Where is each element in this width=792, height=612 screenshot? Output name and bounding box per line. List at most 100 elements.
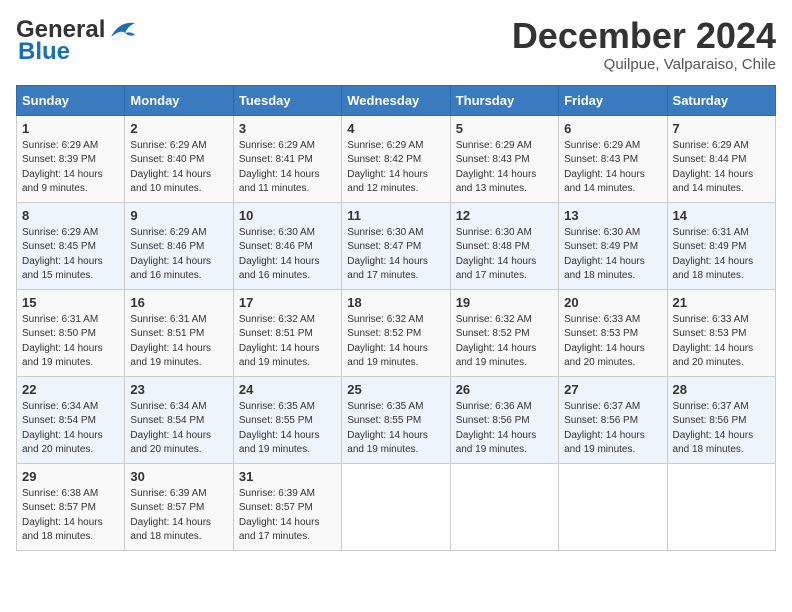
day-info: Sunrise: 6:34 AM Sunset: 8:54 PM Dayligh… <box>130 400 227 458</box>
header-thursday: Thursday <box>450 85 558 115</box>
day-cell-9: 9 Sunrise: 6:29 AM Sunset: 8:46 PM Dayli… <box>125 202 233 289</box>
day-number: 25 <box>347 382 444 397</box>
day-number: 15 <box>22 295 119 310</box>
day-info: Sunrise: 6:37 AM Sunset: 8:56 PM Dayligh… <box>564 400 661 458</box>
day-cell-1: 1 Sunrise: 6:29 AM Sunset: 8:39 PM Dayli… <box>17 115 125 202</box>
day-info: Sunrise: 6:29 AM Sunset: 8:44 PM Dayligh… <box>673 139 770 197</box>
day-info: Sunrise: 6:29 AM Sunset: 8:40 PM Dayligh… <box>130 139 227 197</box>
day-cell-30: 30 Sunrise: 6:39 AM Sunset: 8:57 PM Dayl… <box>125 463 233 550</box>
day-number: 22 <box>22 382 119 397</box>
empty-cell <box>667 463 775 550</box>
day-info: Sunrise: 6:37 AM Sunset: 8:56 PM Dayligh… <box>673 400 770 458</box>
day-info: Sunrise: 6:39 AM Sunset: 8:57 PM Dayligh… <box>239 487 336 545</box>
day-info: Sunrise: 6:39 AM Sunset: 8:57 PM Dayligh… <box>130 487 227 545</box>
day-number: 31 <box>239 469 336 484</box>
day-cell-10: 10 Sunrise: 6:30 AM Sunset: 8:46 PM Dayl… <box>233 202 341 289</box>
day-cell-25: 25 Sunrise: 6:35 AM Sunset: 8:55 PM Dayl… <box>342 376 450 463</box>
day-info: Sunrise: 6:29 AM Sunset: 8:39 PM Dayligh… <box>22 139 119 197</box>
day-info: Sunrise: 6:29 AM Sunset: 8:43 PM Dayligh… <box>564 139 661 197</box>
day-info: Sunrise: 6:38 AM Sunset: 8:57 PM Dayligh… <box>22 487 119 545</box>
calendar-week-1: 1 Sunrise: 6:29 AM Sunset: 8:39 PM Dayli… <box>17 115 776 202</box>
day-cell-31: 31 Sunrise: 6:39 AM Sunset: 8:57 PM Dayl… <box>233 463 341 550</box>
day-cell-22: 22 Sunrise: 6:34 AM Sunset: 8:54 PM Dayl… <box>17 376 125 463</box>
header-saturday: Saturday <box>667 85 775 115</box>
day-cell-11: 11 Sunrise: 6:30 AM Sunset: 8:47 PM Dayl… <box>342 202 450 289</box>
day-cell-27: 27 Sunrise: 6:37 AM Sunset: 8:56 PM Dayl… <box>559 376 667 463</box>
day-cell-26: 26 Sunrise: 6:36 AM Sunset: 8:56 PM Dayl… <box>450 376 558 463</box>
day-cell-24: 24 Sunrise: 6:35 AM Sunset: 8:55 PM Dayl… <box>233 376 341 463</box>
day-cell-4: 4 Sunrise: 6:29 AM Sunset: 8:42 PM Dayli… <box>342 115 450 202</box>
header-tuesday: Tuesday <box>233 85 341 115</box>
day-number: 21 <box>673 295 770 310</box>
day-cell-12: 12 Sunrise: 6:30 AM Sunset: 8:48 PM Dayl… <box>450 202 558 289</box>
empty-cell <box>450 463 558 550</box>
day-number: 16 <box>130 295 227 310</box>
calendar-week-2: 8 Sunrise: 6:29 AM Sunset: 8:45 PM Dayli… <box>17 202 776 289</box>
day-info: Sunrise: 6:32 AM Sunset: 8:52 PM Dayligh… <box>347 313 444 371</box>
day-number: 19 <box>456 295 553 310</box>
day-cell-14: 14 Sunrise: 6:31 AM Sunset: 8:49 PM Dayl… <box>667 202 775 289</box>
day-number: 6 <box>564 121 661 136</box>
day-cell-18: 18 Sunrise: 6:32 AM Sunset: 8:52 PM Dayl… <box>342 289 450 376</box>
logo: General Blue <box>16 16 139 66</box>
day-cell-8: 8 Sunrise: 6:29 AM Sunset: 8:45 PM Dayli… <box>17 202 125 289</box>
day-number: 11 <box>347 208 444 223</box>
day-cell-15: 15 Sunrise: 6:31 AM Sunset: 8:50 PM Dayl… <box>17 289 125 376</box>
day-number: 5 <box>456 121 553 136</box>
day-number: 26 <box>456 382 553 397</box>
day-cell-5: 5 Sunrise: 6:29 AM Sunset: 8:43 PM Dayli… <box>450 115 558 202</box>
day-cell-2: 2 Sunrise: 6:29 AM Sunset: 8:40 PM Dayli… <box>125 115 233 202</box>
day-info: Sunrise: 6:31 AM Sunset: 8:50 PM Dayligh… <box>22 313 119 371</box>
day-cell-3: 3 Sunrise: 6:29 AM Sunset: 8:41 PM Dayli… <box>233 115 341 202</box>
page-header: General Blue December 2024 Quilpue, Valp… <box>16 16 776 73</box>
day-cell-6: 6 Sunrise: 6:29 AM Sunset: 8:43 PM Dayli… <box>559 115 667 202</box>
day-number: 10 <box>239 208 336 223</box>
title-area: December 2024 Quilpue, Valparaiso, Chile <box>512 16 776 73</box>
day-info: Sunrise: 6:32 AM Sunset: 8:51 PM Dayligh… <box>239 313 336 371</box>
day-info: Sunrise: 6:30 AM Sunset: 8:46 PM Dayligh… <box>239 226 336 284</box>
day-cell-16: 16 Sunrise: 6:31 AM Sunset: 8:51 PM Dayl… <box>125 289 233 376</box>
day-info: Sunrise: 6:31 AM Sunset: 8:51 PM Dayligh… <box>130 313 227 371</box>
header-wednesday: Wednesday <box>342 85 450 115</box>
day-info: Sunrise: 6:30 AM Sunset: 8:49 PM Dayligh… <box>564 226 661 284</box>
day-cell-7: 7 Sunrise: 6:29 AM Sunset: 8:44 PM Dayli… <box>667 115 775 202</box>
day-number: 27 <box>564 382 661 397</box>
day-info: Sunrise: 6:35 AM Sunset: 8:55 PM Dayligh… <box>347 400 444 458</box>
day-info: Sunrise: 6:30 AM Sunset: 8:48 PM Dayligh… <box>456 226 553 284</box>
location: Quilpue, Valparaiso, Chile <box>512 56 776 73</box>
day-number: 23 <box>130 382 227 397</box>
day-info: Sunrise: 6:29 AM Sunset: 8:42 PM Dayligh… <box>347 139 444 197</box>
day-info: Sunrise: 6:29 AM Sunset: 8:43 PM Dayligh… <box>456 139 553 197</box>
day-cell-21: 21 Sunrise: 6:33 AM Sunset: 8:53 PM Dayl… <box>667 289 775 376</box>
day-info: Sunrise: 6:31 AM Sunset: 8:49 PM Dayligh… <box>673 226 770 284</box>
day-info: Sunrise: 6:30 AM Sunset: 8:47 PM Dayligh… <box>347 226 444 284</box>
day-info: Sunrise: 6:29 AM Sunset: 8:41 PM Dayligh… <box>239 139 336 197</box>
month-title: December 2024 <box>512 16 776 56</box>
empty-cell <box>559 463 667 550</box>
day-number: 28 <box>673 382 770 397</box>
day-info: Sunrise: 6:36 AM Sunset: 8:56 PM Dayligh… <box>456 400 553 458</box>
header-friday: Friday <box>559 85 667 115</box>
calendar-week-4: 22 Sunrise: 6:34 AM Sunset: 8:54 PM Dayl… <box>17 376 776 463</box>
day-number: 17 <box>239 295 336 310</box>
day-info: Sunrise: 6:33 AM Sunset: 8:53 PM Dayligh… <box>673 313 770 371</box>
calendar-header-row: Sunday Monday Tuesday Wednesday Thursday… <box>17 85 776 115</box>
day-info: Sunrise: 6:29 AM Sunset: 8:46 PM Dayligh… <box>130 226 227 284</box>
logo-bird-icon <box>107 19 139 41</box>
day-cell-17: 17 Sunrise: 6:32 AM Sunset: 8:51 PM Dayl… <box>233 289 341 376</box>
day-info: Sunrise: 6:29 AM Sunset: 8:45 PM Dayligh… <box>22 226 119 284</box>
day-info: Sunrise: 6:35 AM Sunset: 8:55 PM Dayligh… <box>239 400 336 458</box>
day-info: Sunrise: 6:33 AM Sunset: 8:53 PM Dayligh… <box>564 313 661 371</box>
day-number: 9 <box>130 208 227 223</box>
day-number: 20 <box>564 295 661 310</box>
day-info: Sunrise: 6:32 AM Sunset: 8:52 PM Dayligh… <box>456 313 553 371</box>
day-cell-19: 19 Sunrise: 6:32 AM Sunset: 8:52 PM Dayl… <box>450 289 558 376</box>
day-info: Sunrise: 6:34 AM Sunset: 8:54 PM Dayligh… <box>22 400 119 458</box>
day-cell-28: 28 Sunrise: 6:37 AM Sunset: 8:56 PM Dayl… <box>667 376 775 463</box>
day-cell-23: 23 Sunrise: 6:34 AM Sunset: 8:54 PM Dayl… <box>125 376 233 463</box>
day-cell-13: 13 Sunrise: 6:30 AM Sunset: 8:49 PM Dayl… <box>559 202 667 289</box>
day-cell-29: 29 Sunrise: 6:38 AM Sunset: 8:57 PM Dayl… <box>17 463 125 550</box>
day-number: 1 <box>22 121 119 136</box>
empty-cell <box>342 463 450 550</box>
day-number: 4 <box>347 121 444 136</box>
